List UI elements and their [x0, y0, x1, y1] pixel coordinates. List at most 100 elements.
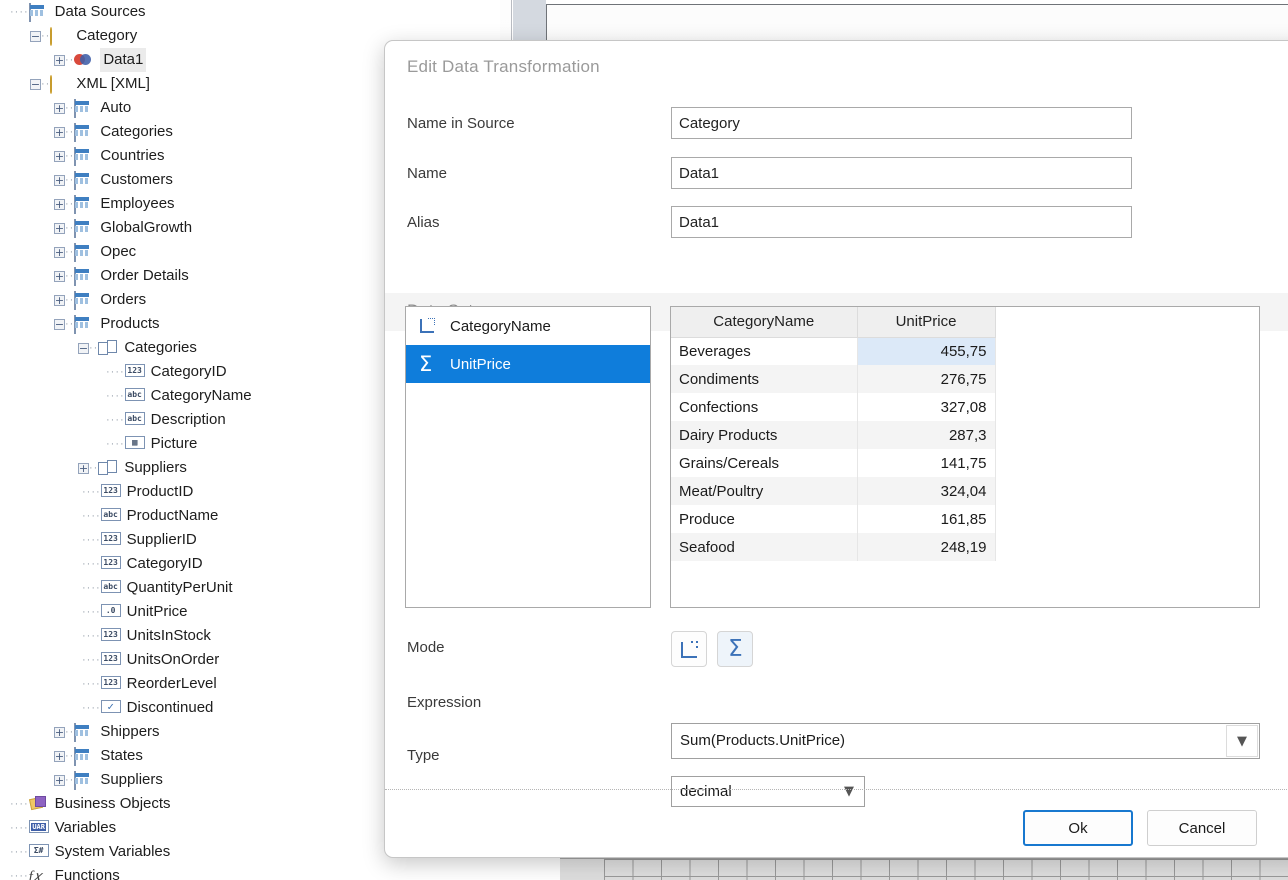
cell-unit-price[interactable]: 141,75 [857, 449, 996, 477]
columns-list[interactable]: CategoryName Σ UnitPrice [405, 306, 651, 608]
join-icon [98, 340, 118, 356]
tree-item-label: Data1 [100, 48, 147, 72]
cell-unit-price[interactable]: 287,3 [857, 421, 996, 449]
cancel-button[interactable]: Cancel [1147, 810, 1257, 846]
name-in-source-input[interactable] [671, 107, 1132, 139]
tree-item-label: Countries [100, 147, 165, 164]
tree-item-label: Discontinued [126, 699, 214, 716]
tree-expander-minus-icon[interactable]: − [30, 78, 41, 90]
tree-expander-plus-icon[interactable]: + [54, 174, 65, 186]
tree-item-label: Products [100, 315, 160, 332]
tree-item-label: Categories [100, 123, 173, 140]
number-field-icon [100, 532, 121, 548]
name-input[interactable] [671, 157, 1132, 189]
tree-item-label: Auto [100, 99, 132, 116]
cell-category-name[interactable]: Produce [671, 505, 858, 533]
table-row[interactable]: Condiments 276,75 [671, 365, 996, 393]
tree-expander-plus-icon[interactable]: + [78, 462, 89, 474]
tree-item-label: CategoryID [150, 363, 227, 380]
table-row[interactable]: Seafood 248,19 [671, 533, 996, 561]
table-row[interactable]: Produce 161,85 [671, 505, 996, 533]
tree-expander-minus-icon[interactable]: − [30, 30, 41, 42]
cell-category-name[interactable]: Condiments [671, 365, 858, 393]
tree-expander-plus-icon[interactable]: + [54, 750, 65, 762]
data-preview-grid[interactable]: CategoryName UnitPrice Beverages 455,75 Cond… [670, 306, 1260, 608]
tree-expander-plus-icon[interactable]: + [54, 222, 65, 234]
table-icon [74, 147, 94, 166]
mode-dimension-button[interactable] [671, 631, 707, 667]
number-field-icon [100, 556, 121, 572]
cell-unit-price[interactable]: 276,75 [857, 365, 996, 393]
table-icon [74, 171, 94, 190]
sigma-measure-icon: Σ [728, 636, 743, 662]
column-list-item-label: UnitPrice [450, 355, 511, 373]
tree-expander-plus-icon[interactable]: + [54, 726, 65, 738]
tree-item-label: Order Details [100, 267, 189, 284]
tree-item-label: SupplierID [126, 531, 197, 548]
table-row[interactable]: Meat/Poultry 324,04 [671, 477, 996, 505]
tree-item-label: XML [XML] [76, 75, 150, 92]
number-field-icon [100, 652, 121, 668]
cell-unit-price[interactable]: 161,85 [857, 505, 996, 533]
cell-unit-price[interactable]: 327,08 [857, 393, 996, 421]
tree-item-label: Orders [100, 291, 147, 308]
table-row[interactable]: Confections 327,08 [671, 393, 996, 421]
alias-input[interactable] [671, 206, 1132, 238]
tree-expander-minus-icon[interactable]: − [78, 342, 89, 354]
business-objects-icon [29, 796, 49, 812]
tree-item-label: QuantityPerUnit [126, 579, 233, 596]
cell-category-name[interactable]: Confections [671, 393, 858, 421]
ok-button[interactable]: Ok [1023, 810, 1133, 846]
cell-unit-price[interactable]: 248,19 [857, 533, 996, 561]
expression-dropdown-button[interactable]: ▼ [1226, 725, 1258, 757]
venn-icon [74, 52, 94, 68]
cell-category-name[interactable]: Grains/Cereals [671, 449, 858, 477]
tree-item-label: ReorderLevel [126, 675, 217, 692]
dimension-axes-icon [681, 641, 698, 658]
column-list-item[interactable]: CategoryName [406, 307, 650, 345]
tree-expander-plus-icon[interactable]: + [54, 54, 65, 66]
tree-expander-minus-icon[interactable]: − [54, 318, 65, 330]
tree-item-label: CategoryID [126, 555, 203, 572]
variables-icon [28, 820, 49, 836]
tree-item-label: States [100, 747, 143, 764]
column-header[interactable]: CategoryName [671, 307, 858, 338]
tree-item-label: Customers [100, 171, 173, 188]
tree-expander-plus-icon[interactable]: + [54, 246, 65, 258]
column-header[interactable]: UnitPrice [857, 307, 996, 338]
cell-unit-price[interactable]: 455,75 [857, 337, 996, 365]
tree-item-functions[interactable]: ···· f𝑥 Functions [0, 864, 500, 880]
cell-category-name[interactable]: Dairy Products [671, 421, 858, 449]
cell-unit-price[interactable]: 324,04 [857, 477, 996, 505]
tree-expander-plus-icon[interactable]: + [54, 150, 65, 162]
table-icon [74, 771, 94, 790]
number-field-icon [100, 484, 121, 500]
expression-field[interactable]: Sum(Products.UnitPrice) ▼ [671, 723, 1260, 759]
dimension-axes-icon [416, 315, 442, 337]
cell-category-name[interactable]: Beverages [671, 337, 858, 365]
type-select[interactable]: decimal ▼ [671, 776, 865, 807]
mode-measure-button[interactable]: Σ [717, 631, 754, 667]
tree-expander-plus-icon[interactable]: + [54, 774, 65, 786]
tree-expander-plus-icon[interactable]: + [54, 198, 65, 210]
tree-item-label: Shippers [100, 723, 160, 740]
tree-expander-plus-icon[interactable]: + [54, 126, 65, 138]
tree-item-label: CategoryName [150, 387, 252, 404]
name-in-source-label: Name in Source [407, 115, 515, 132]
cell-category-name[interactable]: Seafood [671, 533, 858, 561]
tree-expander-plus-icon[interactable]: + [54, 102, 65, 114]
tree-item-label: UnitPrice [126, 603, 188, 620]
tree-item-data-sources[interactable]: ···· Data Sources [0, 0, 500, 24]
text-field-icon [100, 508, 121, 524]
table-row[interactable]: Grains/Cereals 141,75 [671, 449, 996, 477]
tree-item-label: Functions [54, 867, 120, 880]
chevron-down-icon: ▼ [844, 784, 854, 799]
database-icon [50, 27, 70, 46]
functions-icon: f𝑥 [28, 869, 42, 880]
tree-expander-plus-icon[interactable]: + [54, 270, 65, 282]
tree-expander-plus-icon[interactable]: + [54, 294, 65, 306]
table-row[interactable]: Dairy Products 287,3 [671, 421, 996, 449]
column-list-item[interactable]: Σ UnitPrice [406, 345, 650, 383]
cell-category-name[interactable]: Meat/Poultry [671, 477, 858, 505]
table-row[interactable]: Beverages 455,75 [671, 337, 996, 365]
